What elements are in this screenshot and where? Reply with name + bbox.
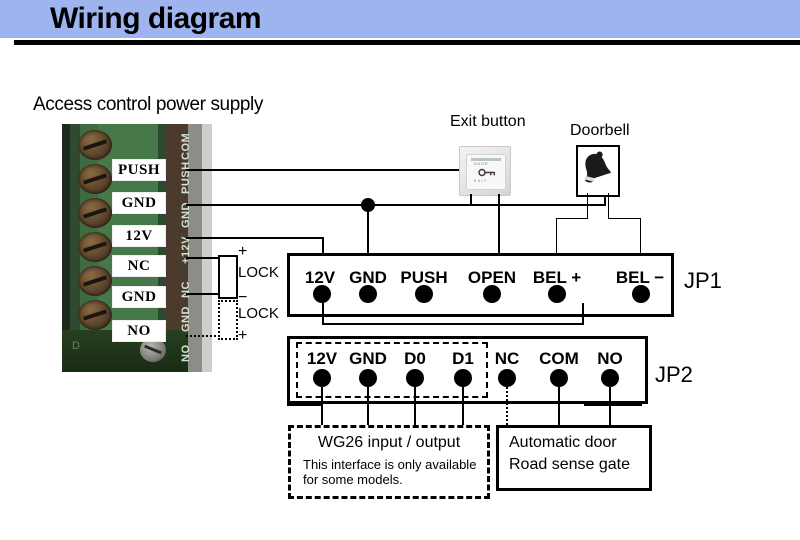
wire-jp2-nc-down	[506, 387, 508, 425]
exit-button-face: DOOR EXIT	[466, 154, 506, 190]
jp2-pin-dot-no[interactable]	[601, 369, 619, 387]
jp1-pin-dot-push[interactable]	[415, 285, 433, 303]
terminal-label-push: PUSH	[112, 159, 166, 181]
wire-jp2-no-down	[609, 387, 611, 425]
header-divider	[14, 40, 800, 45]
bell-icon	[581, 151, 612, 185]
wire-exitbutton-right-leg	[498, 194, 500, 255]
jp1-pin-dot-open[interactable]	[483, 285, 501, 303]
jp2-pin-dot-12v[interactable]	[313, 369, 331, 387]
screw-terminal	[78, 130, 112, 160]
wire-doorbell-left-branch	[556, 218, 588, 219]
exit-button-exit-text: EXIT	[474, 179, 488, 183]
wire-jp1-bus-horizontal	[322, 323, 584, 325]
jp2-pin-label-no: NO	[597, 349, 623, 368]
lock2-plus-sign: +	[238, 327, 248, 344]
automatic-door-line2: Road sense gate	[509, 456, 630, 473]
wire-jp2-d1-down	[462, 387, 464, 425]
jp2-pin-dot-gnd[interactable]	[359, 369, 377, 387]
jp1-bottom-gap	[320, 306, 584, 314]
jp2-pin-label-12v: 12V	[306, 349, 338, 368]
wire-12v-horizontal	[186, 237, 324, 239]
lock-symbol-primary	[218, 255, 238, 299]
screw-terminal	[78, 300, 112, 330]
jp1-pin-dot-12v[interactable]	[313, 285, 331, 303]
page-title: Wiring diagram	[50, 2, 262, 35]
wg26-annotation-box: WG26 input / output This interface is on…	[288, 425, 490, 499]
wire-jp2-12v-left	[287, 404, 323, 406]
lock2-label: LOCK	[238, 305, 279, 322]
jp2-pin-label-com: COM	[539, 349, 579, 368]
jp1-bottom-gap-right	[646, 306, 666, 314]
jp1-pin-dot-gnd[interactable]	[359, 285, 377, 303]
exit-button-topbar	[471, 158, 501, 161]
psu-caption: Access control power supply	[33, 94, 263, 115]
wire-gnd2-to-lock	[186, 293, 220, 295]
jp2-pin-label-nc: NC	[494, 349, 520, 368]
wire-exitbutton-left-leg	[470, 194, 472, 206]
lock-plus-sign: +	[238, 243, 248, 260]
silk-label-com: COM	[180, 132, 192, 160]
wire-doorbell-right-leg	[608, 193, 609, 219]
jp2-pin-dot-com[interactable]	[550, 369, 568, 387]
silk-label-push: PUSH	[180, 161, 192, 194]
key-icon	[478, 168, 495, 177]
terminal-label-nc: NC	[112, 255, 166, 277]
lock-symbol-secondary	[218, 300, 238, 340]
screw-terminal	[78, 232, 112, 262]
screw-terminal	[78, 198, 112, 228]
jp2-pin-dot-d0[interactable]	[406, 369, 424, 387]
wire-jp2-d0-down	[414, 387, 416, 425]
wire-gnd-horizontal	[186, 204, 606, 206]
lock-label: LOCK	[238, 264, 279, 281]
wire-nc-to-lock	[186, 257, 220, 259]
terminal-label-gnd2: GND	[112, 286, 166, 308]
doorbell-device[interactable]	[576, 145, 620, 197]
exit-button-door-text: DOOR	[474, 162, 489, 166]
wire-doorbell-left-leg	[587, 193, 588, 219]
wire-jp2-com-down	[558, 387, 560, 425]
silk-label-gnd2: GND	[180, 306, 192, 332]
exit-button-label: Exit button	[450, 113, 526, 130]
board-marking: D	[72, 340, 80, 352]
wire-jp2-12v-down	[321, 387, 323, 425]
wire-doorbell-right-branch	[608, 218, 641, 219]
terminal-label-12v: 12V	[112, 225, 166, 247]
doorbell-label: Doorbell	[570, 122, 630, 139]
jp2-pin-label-d0: D0	[404, 349, 426, 368]
terminal-label-no: NO	[112, 320, 166, 342]
wire-gnd-vertical	[367, 204, 369, 255]
jp2-pin-dot-d1[interactable]	[454, 369, 472, 387]
screw-terminal	[78, 164, 112, 194]
automatic-door-line1: Automatic door	[509, 434, 617, 451]
wg26-title: WG26 input / output	[317, 434, 461, 451]
exit-button-device[interactable]: DOOR EXIT	[459, 146, 511, 196]
wire-jp1-bel-down	[582, 303, 584, 325]
jp2-bottom-gap-right	[625, 393, 640, 401]
screw-terminal	[78, 266, 112, 296]
jp2-name: JP2	[655, 362, 693, 387]
jp1-pin-dot-bel-minus[interactable]	[632, 285, 650, 303]
jp2-pin-label-d1: D1	[452, 349, 474, 368]
wire-no-to-lock2	[186, 335, 220, 337]
wire-jp2-gnd-down	[367, 387, 369, 425]
jp1-pin-dot-bel-plus[interactable]	[548, 285, 566, 303]
wg26-note: This interface is only available for som…	[303, 457, 477, 487]
automatic-door-annotation-box: Automatic door Road sense gate	[496, 425, 652, 491]
jp2-pin-label-gnd: GND	[349, 349, 387, 368]
wire-jp2-no-right	[584, 404, 642, 406]
wire-jp1-12v-down	[322, 303, 324, 325]
silk-label-gnd: GND	[180, 202, 192, 228]
wire-push-horizontal	[186, 169, 500, 171]
terminal-label-gnd: GND	[112, 192, 166, 214]
jp1-name: JP1	[684, 268, 722, 293]
jp2-pin-dot-nc[interactable]	[498, 369, 516, 387]
